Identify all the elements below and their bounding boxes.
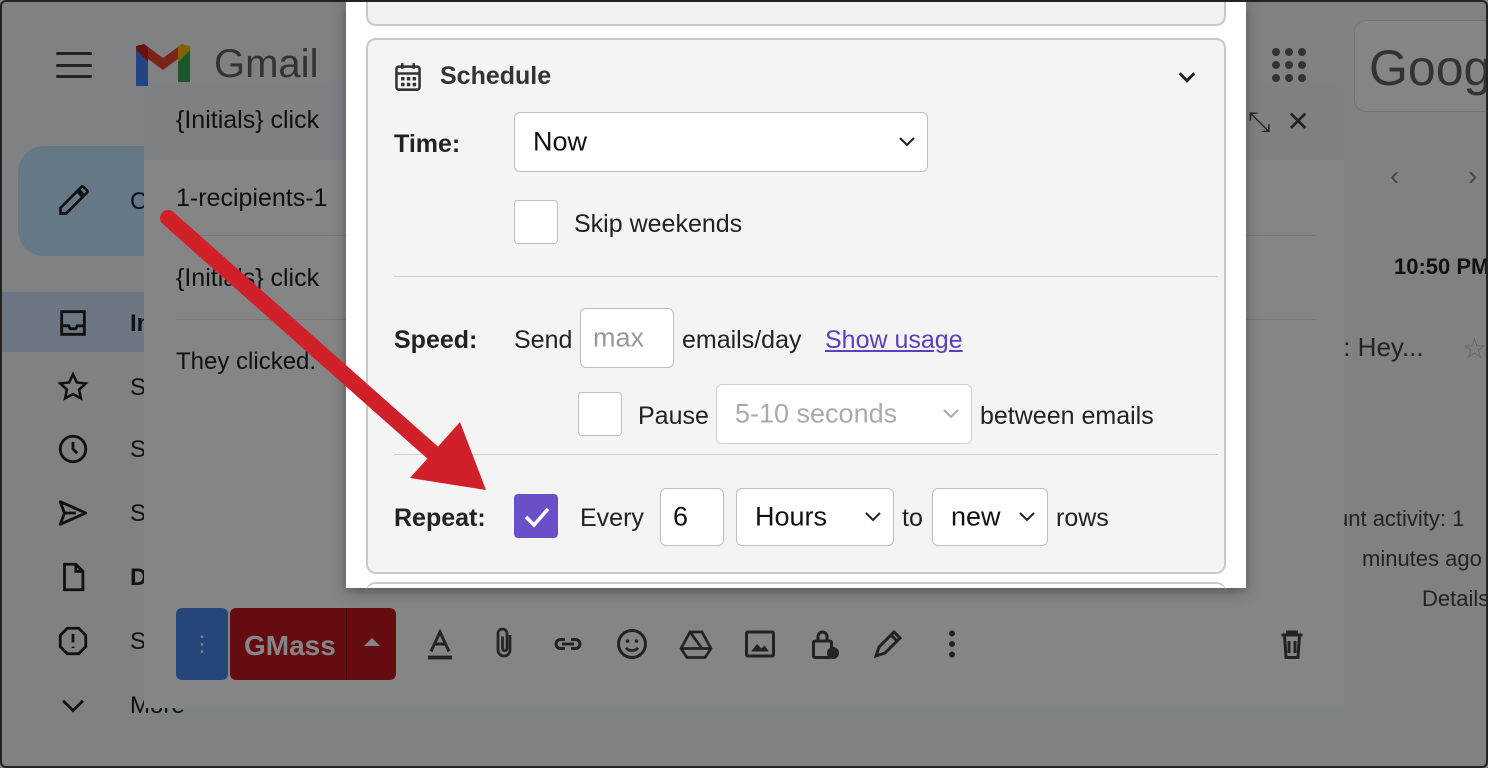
max-emails-input[interactable]: max	[580, 308, 674, 368]
repeat-unit-value: Hours	[755, 501, 828, 532]
time-label: Time:	[394, 130, 461, 158]
repeat-unit-select[interactable]: Hours	[736, 488, 894, 546]
pause-duration-select[interactable]: 5-10 seconds	[716, 384, 972, 444]
chevron-down-icon	[865, 512, 881, 522]
rows-label: rows	[1056, 504, 1109, 532]
schedule-title: Schedule	[440, 62, 552, 90]
send-label: Send	[514, 326, 573, 354]
next-settings-section	[366, 582, 1226, 594]
pause-checkbox[interactable]	[578, 392, 622, 436]
pause-label: Pause	[638, 402, 709, 430]
max-emails-placeholder: max	[593, 322, 645, 353]
chevron-down-icon	[1019, 512, 1035, 522]
skip-weekends-checkbox[interactable]	[514, 200, 558, 244]
divider	[394, 454, 1218, 455]
time-select-value: Now	[533, 126, 588, 157]
show-usage-link[interactable]: Show usage	[825, 326, 963, 355]
rows-scope-value: new	[951, 501, 1001, 532]
chevron-down-icon	[899, 137, 915, 147]
divider	[394, 276, 1218, 277]
repeat-interval-value: 6	[673, 501, 689, 532]
gmass-settings-popup: Schedule Time: Now Skip weekends Speed: …	[346, 0, 1246, 588]
time-select[interactable]: Now	[514, 112, 928, 172]
chevron-down-icon[interactable]	[1176, 66, 1198, 88]
between-emails-label: between emails	[980, 402, 1154, 430]
repeat-label: Repeat:	[394, 504, 486, 532]
every-label: Every	[580, 504, 644, 532]
checkmark-icon	[524, 507, 550, 528]
repeat-checkbox[interactable]	[514, 494, 558, 538]
speed-label: Speed:	[394, 326, 478, 354]
calendar-icon	[395, 63, 421, 91]
repeat-interval-input[interactable]: 6	[660, 488, 724, 546]
rows-scope-select[interactable]: new	[932, 488, 1048, 546]
pause-duration-value: 5-10 seconds	[735, 398, 898, 429]
chevron-down-icon	[943, 409, 959, 419]
skip-weekends-label: Skip weekends	[574, 210, 743, 238]
emails-per-day-label: emails/day	[682, 326, 802, 354]
to-label: to	[902, 504, 923, 532]
schedule-section: Schedule Time: Now Skip weekends Speed: …	[366, 38, 1226, 574]
previous-settings-section	[366, 0, 1226, 26]
